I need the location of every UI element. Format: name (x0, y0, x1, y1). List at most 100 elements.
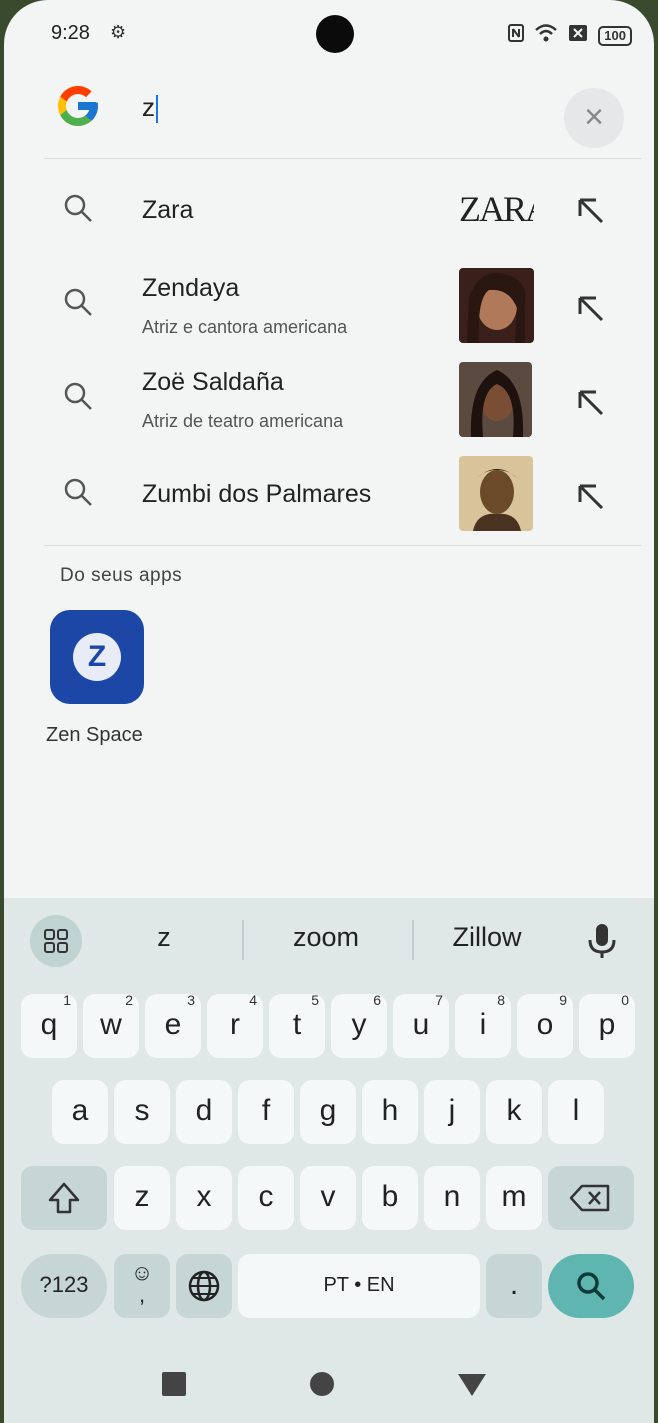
key-hint: 6 (373, 992, 381, 1008)
emoji-comma-key[interactable]: ☺ , (114, 1254, 170, 1318)
status-icons: 100 (508, 24, 632, 47)
query-text: z (142, 92, 155, 122)
key-label: w (100, 1008, 122, 1041)
key-label: p (598, 1008, 616, 1041)
key-m[interactable]: m (486, 1166, 542, 1230)
recents-icon[interactable] (152, 1362, 196, 1406)
person-photo (459, 362, 532, 437)
suggestion-item[interactable]: Zoë Saldaña Atriz de teatro americana (4, 356, 654, 446)
wifi-icon (534, 24, 558, 47)
word-suggestion[interactable]: z (114, 922, 214, 953)
mic-icon[interactable] (576, 914, 628, 966)
key-j[interactable]: j (424, 1080, 480, 1144)
key-hint: 8 (497, 992, 505, 1008)
key-l[interactable]: l (548, 1080, 604, 1144)
navigation-bar (4, 1338, 654, 1423)
key-e[interactable]: e3 (145, 992, 201, 1058)
home-icon[interactable] (300, 1362, 344, 1406)
key-r[interactable]: r4 (207, 992, 263, 1058)
key-f[interactable]: f (238, 1080, 294, 1144)
suggestion-title: Zoë Saldaña (142, 368, 284, 396)
search-icon (64, 478, 92, 506)
arrow-up-left-icon[interactable] (570, 382, 610, 422)
front-camera (316, 15, 354, 53)
key-z[interactable]: z (114, 1166, 170, 1230)
back-icon[interactable] (450, 1362, 494, 1406)
arrow-up-left-icon[interactable] (570, 288, 610, 328)
key-label: y (351, 1008, 367, 1041)
search-query[interactable]: z (142, 92, 158, 124)
suggestion-subtitle: Atriz e cantora americana (142, 317, 348, 337)
key-t[interactable]: t5 (269, 992, 325, 1058)
key-g[interactable]: g (300, 1080, 356, 1144)
symbols-key[interactable]: ?123 (21, 1254, 107, 1318)
settings-icon: ⚙ (110, 22, 127, 42)
key-h[interactable]: h (362, 1080, 418, 1144)
zara-logo: ZARA (459, 189, 534, 229)
key-y[interactable]: y6 (331, 992, 387, 1058)
search-icon (64, 194, 92, 222)
app-label[interactable]: Zen Space (46, 724, 143, 747)
key-w[interactable]: w2 (83, 992, 139, 1058)
suggestion-item[interactable]: Zendaya Atriz e cantora americana (4, 262, 654, 352)
key-a[interactable]: a (52, 1080, 108, 1144)
search-icon (64, 382, 92, 410)
arrow-up-left-icon[interactable] (570, 190, 610, 230)
key-c[interactable]: c (238, 1166, 294, 1230)
person-photo (459, 268, 534, 343)
arrow-up-left-icon[interactable] (570, 476, 610, 516)
key-d[interactable]: d (176, 1080, 232, 1144)
backspace-icon (569, 1184, 610, 1212)
zen-space-logo-icon: Z (73, 633, 121, 681)
key-v[interactable]: v (300, 1166, 356, 1230)
word-suggestion[interactable]: Zillow (422, 922, 552, 953)
suggestion-title: Zendaya (142, 274, 240, 302)
key-k[interactable]: k (486, 1080, 542, 1144)
key-o[interactable]: o9 (517, 992, 573, 1058)
key-hint: 4 (249, 992, 257, 1008)
key-s[interactable]: s (114, 1080, 170, 1144)
key-p[interactable]: p0 (579, 992, 635, 1058)
word-suggestion[interactable]: zoom (256, 922, 396, 953)
key-label: t (292, 1008, 302, 1041)
phone-screen: 9:28 ⚙ 100 z × Zara ZAR Zendaya Atriz e … (4, 0, 654, 1423)
language-key[interactable] (176, 1254, 232, 1318)
key-b[interactable]: b (362, 1166, 418, 1230)
section-divider (44, 545, 642, 546)
shift-key[interactable] (21, 1166, 107, 1230)
keyboard: z zoom Zillow q1 w2 e3 r4 t5 y6 u7 i8 o9… (4, 898, 654, 1338)
key-q[interactable]: q1 (21, 992, 77, 1058)
key-label: i (479, 1008, 487, 1041)
keyboard-menu-button[interactable] (30, 915, 82, 967)
period-key[interactable]: . (486, 1254, 542, 1318)
search-icon (577, 1272, 606, 1301)
search-input[interactable] (180, 84, 540, 146)
key-label: r (230, 1008, 240, 1041)
key-i[interactable]: i8 (455, 992, 511, 1058)
key-hint: 7 (435, 992, 443, 1008)
close-icon: × (584, 98, 604, 136)
key-n[interactable]: n (424, 1166, 480, 1230)
clear-button[interactable]: × (564, 88, 624, 148)
suggestion-title: Zumbi dos Palmares (142, 480, 372, 508)
key-label: o (536, 1008, 554, 1041)
suggestion-subtitle: Atriz de teatro americana (142, 411, 344, 431)
key-label: q (40, 1008, 58, 1041)
suggestion-title: Zara (142, 196, 194, 224)
zen-space-app-icon[interactable]: Z (50, 610, 144, 704)
key-hint: 5 (311, 992, 319, 1008)
key-x[interactable]: x (176, 1166, 232, 1230)
x-icon (568, 24, 588, 47)
search-action-key[interactable] (548, 1254, 634, 1318)
status-time: 9:28 (51, 22, 90, 44)
backspace-key[interactable] (548, 1166, 634, 1230)
keyboard-suggestion-bar: z zoom Zillow (4, 898, 654, 984)
search-divider (44, 158, 642, 159)
suggestion-item[interactable]: Zara ZARA (4, 170, 654, 250)
space-key[interactable]: PT • EN (238, 1254, 480, 1318)
key-hint: 2 (125, 992, 133, 1008)
word-separator (242, 920, 244, 960)
suggestion-item[interactable]: Zumbi dos Palmares (4, 452, 654, 538)
portrait-drawing (459, 456, 533, 531)
key-u[interactable]: u7 (393, 992, 449, 1058)
